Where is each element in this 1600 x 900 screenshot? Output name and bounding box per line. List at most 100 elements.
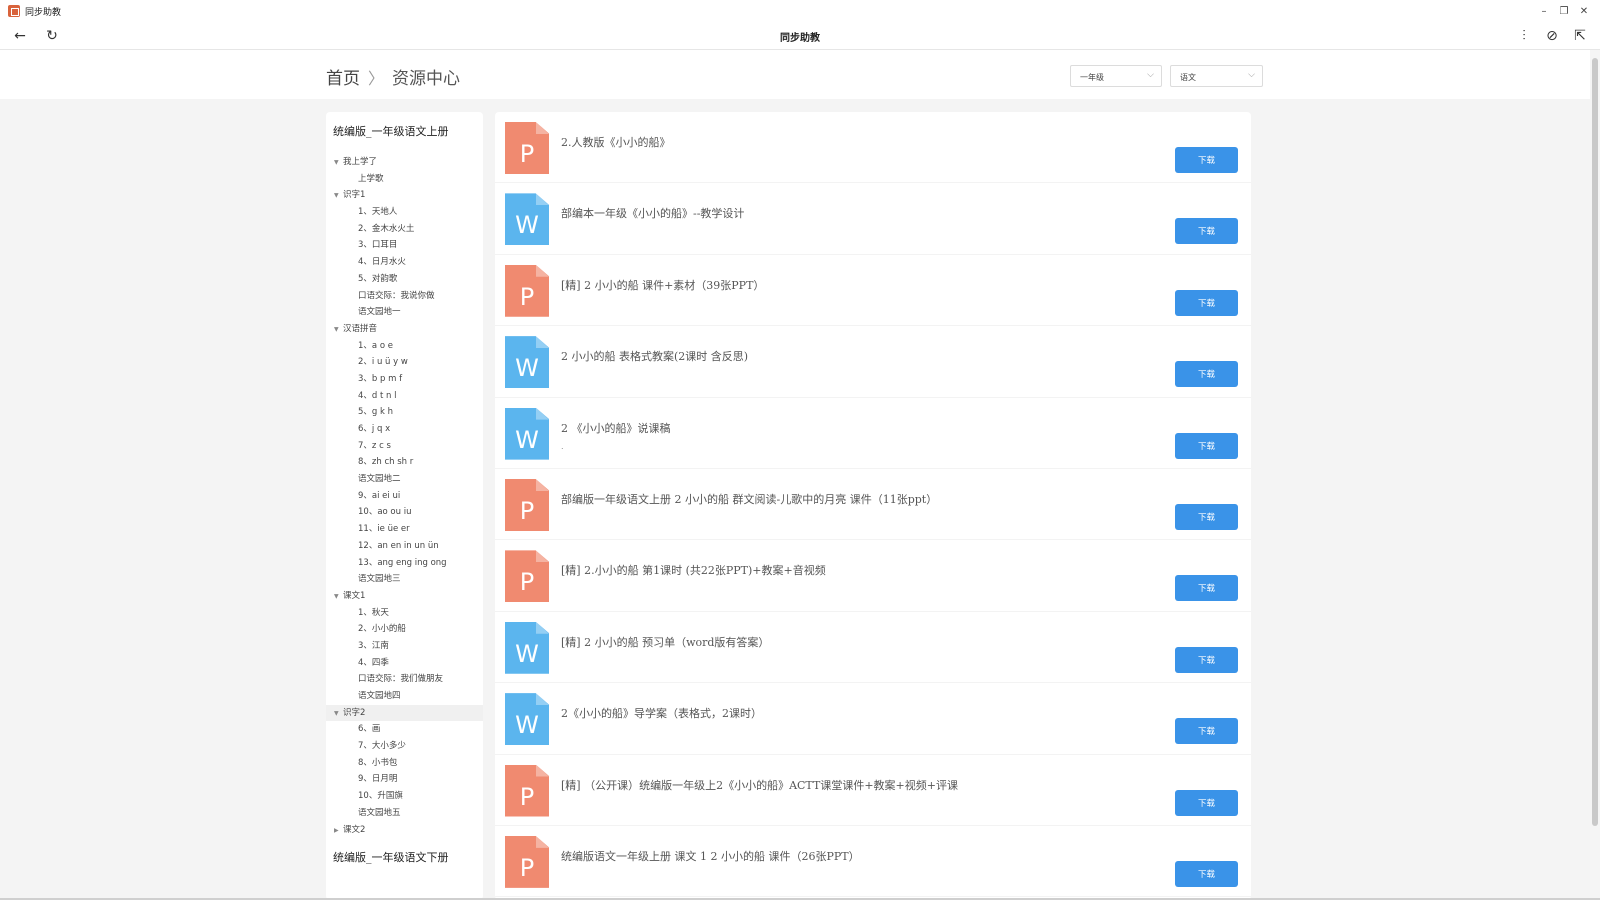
tree-item-label: 2、金木水火土 [358,223,415,234]
tree-item-label: 汉语拼音 [343,323,378,334]
tree-leaf-item[interactable]: 5、对韵歌 [326,271,483,288]
book-title-upper[interactable]: 统编版_一年级语文上册 [326,122,483,142]
settings-sliders-icon[interactable]: ⫶ [1514,26,1534,46]
resource-title[interactable]: 2 小小的船 表格式教案(2课时 含反思) [561,348,748,364]
tree-leaf-item[interactable]: 4、四季 [326,655,483,672]
download-button[interactable]: 下载 [1175,646,1238,673]
minimize-button[interactable]: – [1534,6,1554,17]
tree-leaf-item[interactable]: 13、ang eng ing ong [326,555,483,572]
tree-leaf-item[interactable]: 口语交际：我说你做 [326,288,483,305]
download-button[interactable]: 下载 [1175,432,1238,459]
tree-leaf-item[interactable]: 2、金木水火土 [326,221,483,238]
resource-title[interactable]: 2 《小小的船》说课稿 [561,420,671,436]
download-button[interactable]: 下载 [1175,503,1238,530]
scrollbar-thumb[interactable] [1592,58,1598,826]
resource-title[interactable]: 部编版一年级语文上册 2 小小的船 群文阅读-儿歌中的月亮 课件（11张ppt） [561,491,937,507]
page-scrollbar[interactable] [1590,50,1600,900]
resource-title[interactable]: [精] 2 小小的船 课件+素材（39张PPT） [561,277,764,293]
download-button[interactable]: 下载 [1175,361,1238,388]
caret-down-icon[interactable]: ▼ [334,188,343,205]
download-button[interactable]: 下载 [1175,860,1238,887]
download-button[interactable]: 下载 [1175,147,1238,173]
tree-leaf-item[interactable]: 3、b p m f [326,371,483,388]
download-button[interactable]: 下载 [1175,718,1238,745]
resource-title[interactable]: [精] （公开课）统编版一年级上2《小小的船》ACTT课堂课件+教案+视频+评课 [561,777,958,793]
download-button[interactable]: 下载 [1175,789,1238,816]
resource-title[interactable]: 2《小小的船》导学案（表格式，2课时） [561,705,762,721]
resource-item: W 2 《小小的船》说课稿. 下载 [495,398,1251,469]
tree-leaf-item[interactable]: 7、大小多少 [326,738,483,755]
tree-leaf-item[interactable]: 1、秋天 [326,605,483,622]
tree-leaf-item[interactable]: 9、ai ei ui [326,488,483,505]
tree-leaf-item[interactable]: 10、升国旗 [326,788,483,805]
page-header: 首页 〉 资源中心 一年级 ⌵ 语文 ⌵ [0,50,1590,99]
tree-leaf-item[interactable]: 语文园地二 [326,471,483,488]
tree-leaf-item[interactable]: 6、j q x [326,421,483,438]
resource-title[interactable]: [精] 2 小小的船 预习单（word版有答案） [561,634,769,650]
tree-group-item[interactable]: ▼ 识字1 [326,187,483,204]
download-button[interactable]: 下载 [1175,575,1238,602]
tree-group-item[interactable]: ▼ 汉语拼音 [326,321,483,338]
tree-leaf-item[interactable]: 6、画 [326,721,483,738]
compass-icon[interactable]: ⊘ [1542,26,1562,46]
tree-leaf-item[interactable]: 2、i u ü y w [326,354,483,371]
resource-title[interactable]: 部编本一年级《小小的船》--教学设计 [561,205,744,221]
tree-item-label: 9、日月明 [358,774,398,785]
tree-group-item[interactable]: ▼ 我上学了 [326,154,483,171]
tree-leaf-item[interactable]: 1、天地人 [326,204,483,221]
book-title-lower[interactable]: 统编版_一年级语文下册 [326,848,483,868]
caret-down-icon[interactable]: ▼ [334,589,343,606]
ppt-file-icon: P [505,835,549,888]
file-type-letter: W [515,211,539,240]
tree-item-label: 5、g k h [358,407,394,418]
resource-title[interactable]: 统编版语文一年级上册 课文 1 2 小小的船 课件（26张PPT） [561,848,860,864]
tree-leaf-item[interactable]: 上学歌 [326,171,483,188]
tree-leaf-item[interactable]: 口语交际：我们做朋友 [326,671,483,688]
download-button[interactable]: 下载 [1175,289,1238,316]
maximize-button[interactable]: ❐ [1554,6,1574,17]
tree-item-label: 3、江南 [358,640,389,651]
tree-leaf-item[interactable]: 4、d t n l [326,388,483,405]
close-button[interactable]: ✕ [1574,6,1594,17]
resource-title[interactable]: [精] 2.小小的船 第1课时 (共22张PPT)+教案+音视频 [561,562,826,578]
tree-leaf-item[interactable]: 语文园地五 [326,805,483,822]
tree-leaf-item[interactable]: 7、z c s [326,438,483,455]
tree-leaf-item[interactable]: 语文园地三 [326,571,483,588]
ppt-file-icon: P [505,122,549,174]
tree-leaf-item[interactable]: 4、日月水火 [326,254,483,271]
download-button[interactable]: 下载 [1175,218,1238,245]
tree-group-item[interactable]: ▼ 课文1 [326,588,483,605]
caret-down-icon[interactable]: ▼ [334,706,343,723]
breadcrumb-home[interactable]: 首页 [326,64,360,89]
subject-select[interactable]: 语文 ⌵ [1170,65,1263,87]
tree-group-item[interactable]: ▶ 课文2 [326,822,483,839]
tree-leaf-item[interactable]: 10、ao ou iu [326,504,483,521]
caret-right-icon[interactable]: ▶ [334,823,343,840]
tree-leaf-item[interactable]: 5、g k h [326,404,483,421]
tree-item-label: 12、an en in un ün [358,540,439,551]
file-type-letter: P [519,853,535,882]
tree-leaf-item[interactable]: 12、an en in un ün [326,538,483,555]
tree-leaf-item[interactable]: 2、小小的船 [326,621,483,638]
tree-leaf-item[interactable]: 3、口耳目 [326,237,483,254]
window-controls: – ❐ ✕ [1534,0,1594,22]
resource-title[interactable]: 2.人教版《小小的船》 [561,134,671,150]
word-file-icon: W [505,621,549,674]
tree-group-item[interactable]: ▼ 识字2 [326,704,483,723]
file-type-letter: P [519,282,535,311]
word-file-icon: W [505,336,549,389]
export-icon[interactable]: ⇱ [1570,26,1590,46]
tree-leaf-item[interactable]: 8、小书包 [326,755,483,772]
tree-leaf-item[interactable]: 1、a o e [326,338,483,355]
grade-select[interactable]: 一年级 ⌵ [1070,65,1162,87]
tree-leaf-item[interactable]: 3、江南 [326,638,483,655]
tree-item-label: 语文园地四 [358,691,401,701]
tree-leaf-item[interactable]: 9、日月明 [326,771,483,788]
tree-leaf-item[interactable]: 8、zh ch sh r [326,454,483,471]
breadcrumb: 首页 〉 资源中心 [326,64,460,90]
caret-down-icon[interactable]: ▼ [334,155,343,172]
caret-down-icon[interactable]: ▼ [334,322,343,339]
tree-leaf-item[interactable]: 11、ie üe er [326,521,483,538]
tree-leaf-item[interactable]: 语文园地四 [326,688,483,705]
tree-leaf-item[interactable]: 语文园地一 [326,304,483,321]
